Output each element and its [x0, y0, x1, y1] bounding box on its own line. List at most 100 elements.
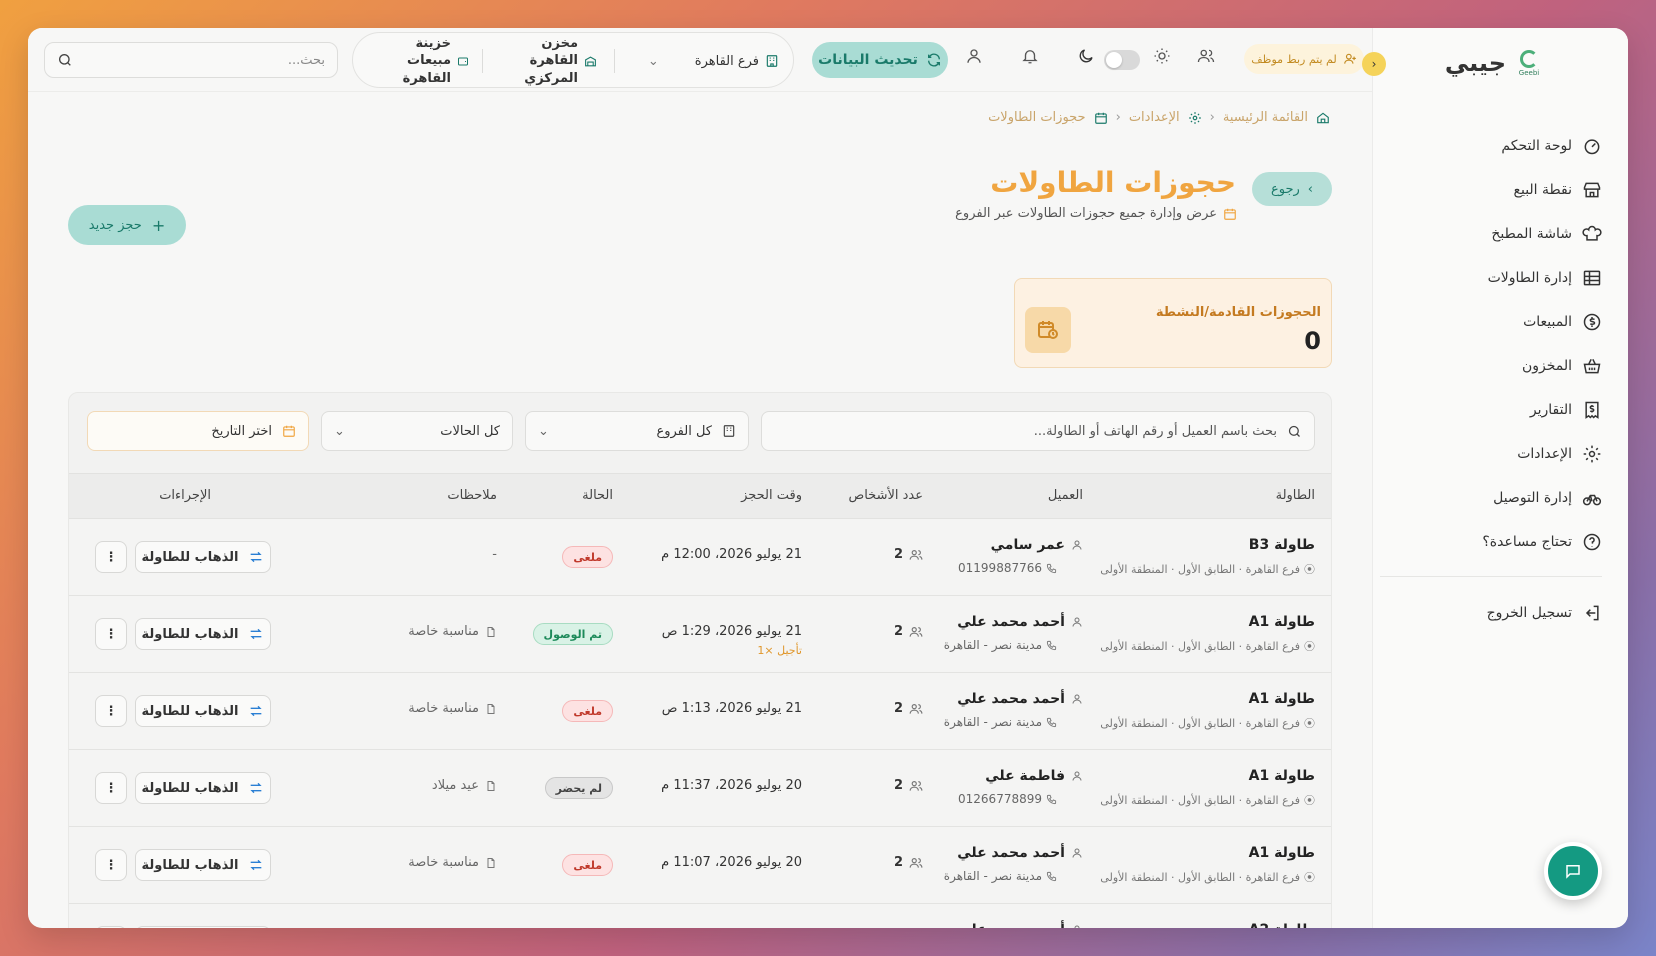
column-header: وقت الحجز [741, 488, 802, 503]
phone-icon [1046, 794, 1057, 804]
sidebar-item-dollar-circle[interactable]: المبيعات [1392, 300, 1602, 344]
table-row[interactable]: طاولة B3 ⦿ فرع القاهرة · الطابق الأول · ال… [69, 519, 1331, 596]
table-row[interactable]: طاولة A2⦿فرع القاهرة · الطابق الأول · ال… [69, 904, 1331, 928]
users-button[interactable] [1192, 42, 1220, 70]
table-row[interactable]: طاولة A1 ⦿ فرع القاهرة · الطابق الأول · ال… [69, 827, 1331, 904]
calendar-icon [283, 425, 295, 437]
sidebar-item-help-circle[interactable]: تحتاج مساعدة؟ [1392, 520, 1602, 564]
breadcrumb-current: حجوزات الطاولات [988, 110, 1086, 125]
light-mode-button[interactable] [1148, 42, 1176, 70]
table-name: طاولة A2 [1249, 922, 1315, 928]
table-row[interactable]: طاولة A1 ⦿ فرع القاهرة · الطابق الأول · ال… [69, 596, 1331, 673]
sidebar-item-store[interactable]: نقطة البيع [1392, 168, 1602, 212]
reservation-time: 20 يوليو 2026، 11:37 م [661, 778, 802, 793]
brand-name: جيبي [1444, 49, 1506, 77]
date-picker[interactable]: اختر التاريخ [87, 411, 309, 451]
gear-icon [1188, 111, 1201, 124]
sidebar-item-table-grid[interactable]: إدارة الطاولات [1392, 256, 1602, 300]
employee-badge[interactable]: لم يتم ربط موظف [1244, 44, 1364, 74]
treasury-selector[interactable]: خزينة مبيعات القاهرة [373, 33, 469, 89]
sidebar-item-label: المخزون [1521, 358, 1572, 374]
refresh-data-button[interactable]: تحديث البيانات [812, 42, 948, 78]
status-badge: ملغى [562, 854, 613, 876]
new-reservation-button[interactable]: + حجز جديد [68, 205, 186, 245]
table-location: ⦿ فرع القاهرة · الطابق الأول · المنطقة ال… [1100, 793, 1315, 808]
go-to-table-button[interactable]: الذهاب للطاولة [135, 849, 271, 881]
go-to-table-button[interactable]: الذهاب للطاولة [135, 618, 271, 650]
stat-card-upcoming: الحجوزات القادمة/النشطة 0 [1014, 278, 1332, 368]
customer-name: أحمد محمد علي [957, 922, 1083, 928]
table-row[interactable]: طاولة A1 ⦿ فرع القاهرة · الطابق الأول · ال… [69, 673, 1331, 750]
sidebar-item-label: لوحة التحكم [1501, 138, 1572, 154]
status-badge: تم الوصول [532, 623, 613, 645]
refresh-data-label: تحديث البيانات [818, 52, 918, 68]
more-actions-button[interactable]: ⋮ [95, 849, 127, 881]
wallet-icon [458, 57, 468, 66]
dark-mode-button[interactable] [1072, 42, 1100, 70]
customer-name: فاطمة علي [985, 768, 1083, 784]
user-icon [1072, 771, 1082, 781]
file-icon [487, 626, 495, 637]
reservation-search[interactable]: بحث باسم العميل أو رقم الهاتف أو الطاولة… [761, 411, 1315, 451]
warehouse-selector[interactable]: مخزن القاهرة المركزي [504, 33, 597, 89]
brand[interactable]: جيبي Geebi [1445, 48, 1544, 78]
back-button[interactable]: › رجوع [1252, 172, 1332, 206]
go-to-table-button[interactable]: الذهاب للطاولة [135, 772, 271, 804]
plus-icon: + [151, 215, 166, 235]
sidebar-collapse-button[interactable]: ‹ [1362, 52, 1386, 76]
global-search[interactable]: بحث... [44, 42, 338, 78]
table-location: ⦿ فرع القاهرة · الطابق الأول · المنطقة ال… [1100, 870, 1315, 885]
go-to-table-button[interactable]: الذهاب للطاولة [135, 926, 271, 928]
sidebar-item-label: التقارير [1529, 402, 1572, 418]
sidebar-item-receipt[interactable]: التقارير [1392, 388, 1602, 432]
context-selector: فرع القاهرة ⌄ مخزن القاهرة المركزي خزينة… [352, 32, 794, 88]
sidebar-item-label: المبيعات [1523, 314, 1572, 330]
go-to-table-button[interactable]: الذهاب للطاولة [135, 541, 271, 573]
status-badge: ملغى [562, 546, 613, 568]
branch-filter-value: كل الفروع [656, 423, 712, 439]
map-pin-icon: ⦿ [1304, 871, 1315, 884]
customer-phone: مدينة نصر - القاهرة [944, 638, 1057, 652]
more-actions-button[interactable]: ⋮ [95, 618, 127, 650]
chat-button[interactable] [1544, 842, 1602, 900]
more-actions-button[interactable]: ⋮ [95, 695, 127, 727]
table-row[interactable]: طاولة A1 ⦿ فرع القاهرة · الطابق الأول · ال… [69, 750, 1331, 827]
sidebar-item-chef-hat[interactable]: شاشة المطبخ [1392, 212, 1602, 256]
sidebar-item-basket[interactable]: المخزون [1392, 344, 1602, 388]
employee-badge-label: لم يتم ربط موظف [1251, 52, 1337, 66]
more-actions-button[interactable]: ⋮ [95, 772, 127, 804]
logout-button[interactable]: تسجيل الخروج [1392, 591, 1602, 635]
theme-toggle[interactable] [1104, 42, 1140, 78]
sidebar-item-bike[interactable]: إدارة التوصيل [1392, 476, 1602, 520]
user-icon [967, 49, 981, 63]
help-circle-icon [1583, 533, 1601, 551]
sidebar-item-gauge[interactable]: لوحة التحكم [1392, 124, 1602, 168]
breadcrumb-settings[interactable]: الإعدادات [1129, 110, 1180, 125]
store-icon [1583, 182, 1601, 198]
status-badge: ملغى [562, 700, 613, 722]
sidebar-item-gear[interactable]: الإعدادات [1392, 432, 1602, 476]
go-to-table-label: الذهاب للطاولة [141, 857, 239, 873]
gauge-icon [1584, 139, 1600, 155]
breadcrumb-home[interactable]: القائمة الرئيسية [1223, 110, 1308, 125]
table-grid-icon [1583, 270, 1601, 286]
file-icon [487, 857, 495, 868]
party-size: 2 [894, 855, 923, 870]
branch-selector[interactable]: فرع القاهرة ⌄ [648, 33, 779, 89]
user-icon [1072, 540, 1082, 550]
global-search-input[interactable]: بحث... [288, 53, 325, 68]
sidebar-item-label: الإعدادات [1517, 446, 1572, 462]
user-icon [1072, 694, 1082, 704]
more-actions-button[interactable]: ⋮ [95, 926, 127, 928]
profile-button[interactable] [960, 42, 988, 70]
chevron-right-icon: › [1307, 181, 1313, 197]
more-actions-button[interactable]: ⋮ [95, 541, 127, 573]
chat-icon [1566, 865, 1580, 879]
status-filter[interactable]: كل الحالات ⌄ [321, 411, 513, 451]
users-icon [909, 626, 923, 637]
notifications-button[interactable] [1016, 42, 1044, 70]
users-icon [909, 857, 923, 868]
go-to-table-button[interactable]: الذهاب للطاولة [135, 695, 271, 727]
reservation-search-input[interactable]: بحث باسم العميل أو رقم الهاتف أو الطاولة… [1034, 424, 1277, 439]
branch-filter[interactable]: كل الفروع ⌄ [525, 411, 749, 451]
